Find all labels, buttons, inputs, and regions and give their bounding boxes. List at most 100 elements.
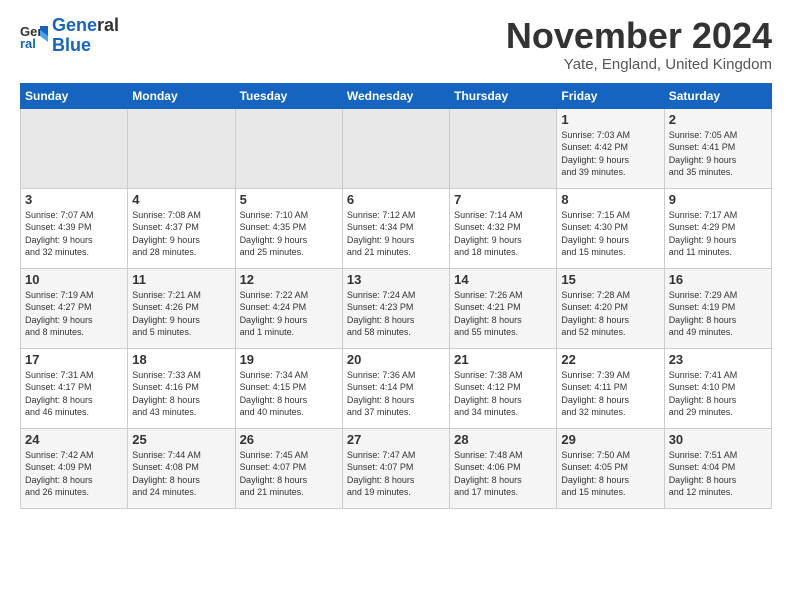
calendar-cell: 12 Sunrise: 7:22 AM Sunset: 4:24 PM Dayli… — [235, 268, 342, 348]
calendar-table: Sunday Monday Tuesday Wednesday Thursday… — [20, 83, 772, 509]
day-info: Sunrise: 7:28 AM Sunset: 4:20 PM Dayligh… — [561, 289, 659, 339]
header-saturday: Saturday — [664, 83, 771, 108]
day-number: 5 — [240, 192, 338, 207]
calendar-cell — [342, 108, 449, 188]
day-number: 19 — [240, 352, 338, 367]
day-info: Sunrise: 7:41 AM Sunset: 4:10 PM Dayligh… — [669, 369, 767, 419]
calendar-cell: 8 Sunrise: 7:15 AM Sunset: 4:30 PM Daylig… — [557, 188, 664, 268]
day-info: Sunrise: 7:48 AM Sunset: 4:06 PM Dayligh… — [454, 449, 552, 499]
calendar-cell: 19 Sunrise: 7:34 AM Sunset: 4:15 PM Dayli… — [235, 348, 342, 428]
location: Yate, England, United Kingdom — [506, 56, 772, 73]
calendar-cell: 30 Sunrise: 7:51 AM Sunset: 4:04 PM Dayli… — [664, 428, 771, 508]
day-info: Sunrise: 7:29 AM Sunset: 4:19 PM Dayligh… — [669, 289, 767, 339]
day-info: Sunrise: 7:19 AM Sunset: 4:27 PM Dayligh… — [25, 289, 123, 339]
day-info: Sunrise: 7:07 AM Sunset: 4:39 PM Dayligh… — [25, 209, 123, 259]
day-number: 12 — [240, 272, 338, 287]
day-info: Sunrise: 7:51 AM Sunset: 4:04 PM Dayligh… — [669, 449, 767, 499]
svg-text:ral: ral — [20, 36, 36, 50]
day-number: 16 — [669, 272, 767, 287]
calendar-cell: 7Sunrise: 7:14 AM Sunset: 4:32 PM Daylig… — [450, 188, 557, 268]
calendar-cell — [235, 108, 342, 188]
calendar-cell: 6 Sunrise: 7:12 AM Sunset: 4:34 PM Daylig… — [342, 188, 449, 268]
calendar-cell: 15 Sunrise: 7:28 AM Sunset: 4:20 PM Dayli… — [557, 268, 664, 348]
header-tuesday: Tuesday — [235, 83, 342, 108]
day-number: 28 — [454, 432, 552, 447]
day-info: Sunrise: 7:50 AM Sunset: 4:05 PM Dayligh… — [561, 449, 659, 499]
header-friday: Friday — [557, 83, 664, 108]
day-info: Sunrise: 7:39 AM Sunset: 4:11 PM Dayligh… — [561, 369, 659, 419]
day-info: Sunrise: 7:38 AM Sunset: 4:12 PM Dayligh… — [454, 369, 552, 419]
day-info: Sunrise: 7:45 AM Sunset: 4:07 PM Dayligh… — [240, 449, 338, 499]
day-number: 27 — [347, 432, 445, 447]
day-number: 1 — [561, 112, 659, 127]
calendar-cell: 11 Sunrise: 7:21 AM Sunset: 4:26 PM Dayli… — [128, 268, 235, 348]
header-monday: Monday — [128, 83, 235, 108]
weekday-header-row: Sunday Monday Tuesday Wednesday Thursday… — [21, 83, 772, 108]
calendar-week-2: 3 Sunrise: 7:07 AM Sunset: 4:39 PM Daylig… — [21, 188, 772, 268]
day-info: Sunrise: 7:03 AM Sunset: 4:42 PM Dayligh… — [561, 129, 659, 179]
day-info: Sunrise: 7:31 AM Sunset: 4:17 PM Dayligh… — [25, 369, 123, 419]
day-number: 23 — [669, 352, 767, 367]
calendar-cell: 25 Sunrise: 7:44 AM Sunset: 4:08 PM Dayli… — [128, 428, 235, 508]
logo-text-line2: Blue — [52, 36, 119, 56]
day-number: 11 — [132, 272, 230, 287]
day-number: 9 — [669, 192, 767, 207]
header-sunday: Sunday — [21, 83, 128, 108]
calendar-cell: 29 Sunrise: 7:50 AM Sunset: 4:05 PM Dayli… — [557, 428, 664, 508]
day-info: Sunrise: 7:24 AM Sunset: 4:23 PM Dayligh… — [347, 289, 445, 339]
day-info: Sunrise: 7:44 AM Sunset: 4:08 PM Dayligh… — [132, 449, 230, 499]
day-info: Sunrise: 7:15 AM Sunset: 4:30 PM Dayligh… — [561, 209, 659, 259]
day-number: 21 — [454, 352, 552, 367]
calendar-cell: 26 Sunrise: 7:45 AM Sunset: 4:07 PM Dayli… — [235, 428, 342, 508]
day-number: 10 — [25, 272, 123, 287]
calendar-cell: 4Sunrise: 7:08 AM Sunset: 4:37 PM Daylig… — [128, 188, 235, 268]
calendar-cell: 17 Sunrise: 7:31 AM Sunset: 4:17 PM Dayli… — [21, 348, 128, 428]
header-wednesday: Wednesday — [342, 83, 449, 108]
logo-icon: Gene ral — [20, 22, 48, 50]
month-title: November 2024 — [506, 16, 772, 56]
day-info: Sunrise: 7:26 AM Sunset: 4:21 PM Dayligh… — [454, 289, 552, 339]
calendar-cell: 20Sunrise: 7:36 AM Sunset: 4:14 PM Dayli… — [342, 348, 449, 428]
day-info: Sunrise: 7:34 AM Sunset: 4:15 PM Dayligh… — [240, 369, 338, 419]
header: Gene ral General Blue November 2024 Yate… — [20, 16, 772, 73]
day-info: Sunrise: 7:10 AM Sunset: 4:35 PM Dayligh… — [240, 209, 338, 259]
day-number: 13 — [347, 272, 445, 287]
day-number: 26 — [240, 432, 338, 447]
calendar-cell — [21, 108, 128, 188]
calendar-cell: 9Sunrise: 7:17 AM Sunset: 4:29 PM Daylig… — [664, 188, 771, 268]
calendar-cell: 1 Sunrise: 7:03 AM Sunset: 4:42 PM Daylig… — [557, 108, 664, 188]
day-number: 22 — [561, 352, 659, 367]
day-number: 15 — [561, 272, 659, 287]
day-number: 3 — [25, 192, 123, 207]
day-info: Sunrise: 7:05 AM Sunset: 4:41 PM Dayligh… — [669, 129, 767, 179]
calendar-cell: 24Sunrise: 7:42 AM Sunset: 4:09 PM Dayli… — [21, 428, 128, 508]
day-number: 18 — [132, 352, 230, 367]
calendar-cell — [128, 108, 235, 188]
day-number: 25 — [132, 432, 230, 447]
calendar-page: Gene ral General Blue November 2024 Yate… — [0, 0, 792, 519]
calendar-cell: 2Sunrise: 7:05 AM Sunset: 4:41 PM Daylig… — [664, 108, 771, 188]
calendar-cell: 27 Sunrise: 7:47 AM Sunset: 4:07 PM Dayli… — [342, 428, 449, 508]
calendar-week-1: 1 Sunrise: 7:03 AM Sunset: 4:42 PM Daylig… — [21, 108, 772, 188]
day-number: 17 — [25, 352, 123, 367]
day-number: 30 — [669, 432, 767, 447]
logo: Gene ral General Blue — [20, 16, 119, 56]
calendar-week-5: 24Sunrise: 7:42 AM Sunset: 4:09 PM Dayli… — [21, 428, 772, 508]
day-info: Sunrise: 7:14 AM Sunset: 4:32 PM Dayligh… — [454, 209, 552, 259]
day-info: Sunrise: 7:21 AM Sunset: 4:26 PM Dayligh… — [132, 289, 230, 339]
day-info: Sunrise: 7:47 AM Sunset: 4:07 PM Dayligh… — [347, 449, 445, 499]
calendar-week-4: 17 Sunrise: 7:31 AM Sunset: 4:17 PM Dayli… — [21, 348, 772, 428]
day-number: 6 — [347, 192, 445, 207]
day-info: Sunrise: 7:22 AM Sunset: 4:24 PM Dayligh… — [240, 289, 338, 339]
day-number: 14 — [454, 272, 552, 287]
calendar-cell: 28 Sunrise: 7:48 AM Sunset: 4:06 PM Dayli… — [450, 428, 557, 508]
title-area: November 2024 Yate, England, United King… — [506, 16, 772, 73]
calendar-cell: 22 Sunrise: 7:39 AM Sunset: 4:11 PM Dayli… — [557, 348, 664, 428]
day-info: Sunrise: 7:12 AM Sunset: 4:34 PM Dayligh… — [347, 209, 445, 259]
day-number: 8 — [561, 192, 659, 207]
calendar-cell: 14 Sunrise: 7:26 AM Sunset: 4:21 PM Dayli… — [450, 268, 557, 348]
calendar-cell — [450, 108, 557, 188]
day-number: 29 — [561, 432, 659, 447]
day-number: 24 — [25, 432, 123, 447]
logo-text-line1: General — [52, 16, 119, 36]
